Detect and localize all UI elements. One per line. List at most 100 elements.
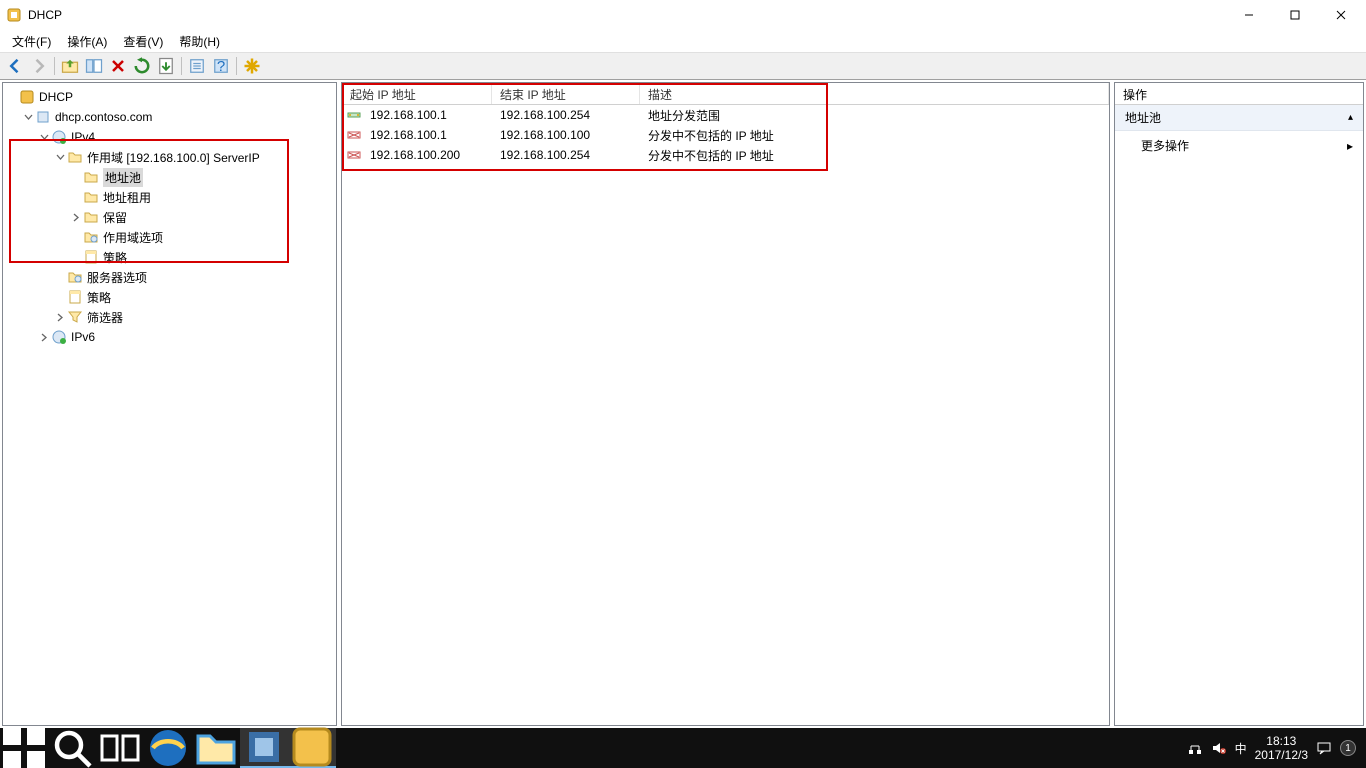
toolbar-separator [54,57,55,75]
chevron-down-icon[interactable] [21,110,35,124]
list-row[interactable]: 192.168.100.200 192.168.100.254 分发中不包括的 … [342,145,1109,165]
clock-date: 2017/12/3 [1255,748,1308,762]
workspace: DHCP dhcp.contoso.com IPv4 作用域 [192.168.… [0,80,1366,728]
cell-end-ip: 192.168.100.100 [492,128,640,142]
start-button[interactable] [0,728,48,768]
tree-label: 保留 [103,209,127,226]
clock[interactable]: 18:13 2017/12/3 [1255,734,1308,763]
tree-node-filters[interactable]: 筛选器 [5,307,334,327]
cell-start-ip: 192.168.100.1 [362,108,492,122]
show-hide-tree-button[interactable] [83,55,105,77]
column-header-end-ip[interactable]: 结束 IP 地址 [492,83,640,104]
taskbar-app-dhcp[interactable] [288,728,336,768]
tree-node-address-pool[interactable]: 地址池 [5,167,334,187]
menu-file[interactable]: 文件(F) [4,31,59,52]
folder-icon [83,169,99,185]
options-icon [67,269,83,285]
maximize-button[interactable] [1272,0,1318,30]
taskbar-app-explorer[interactable] [192,728,240,768]
column-header-start-ip[interactable]: 起始 IP 地址 [342,83,492,104]
taskbar: 中 18:13 2017/12/3 1 [0,728,1366,768]
refresh-button[interactable] [131,55,153,77]
tree-label: 筛选器 [87,309,123,326]
toolbar-separator [236,57,237,75]
tree-node-policies-scope[interactable]: 策略 [5,247,334,267]
cell-end-ip: 192.168.100.254 [492,148,640,162]
actions-item-label: 更多操作 [1141,137,1189,154]
tree-label: 地址池 [103,168,143,187]
properties-button[interactable] [186,55,208,77]
actions-pane: 操作 地址池 ▴ 更多操作 ▸ [1114,82,1364,726]
action-center-icon[interactable] [1316,740,1332,756]
titlebar: DHCP [0,0,1366,30]
new-button[interactable] [241,55,263,77]
toolbar-separator [181,57,182,75]
menu-help[interactable]: 帮助(H) [171,31,228,52]
tree-node-ipv6[interactable]: IPv6 [5,327,334,347]
tree-label: dhcp.contoso.com [55,110,152,124]
nav-forward-button[interactable] [28,55,50,77]
minimize-button[interactable] [1226,0,1272,30]
exclusion-icon [346,127,362,143]
tree-node-server-options[interactable]: 服务器选项 [5,267,334,287]
tree-node-server[interactable]: dhcp.contoso.com [5,107,334,127]
export-list-button[interactable] [155,55,177,77]
dhcp-app-icon [6,7,22,23]
cell-description: 分发中不包括的 IP 地址 [640,127,1109,144]
chevron-right-icon[interactable] [69,210,83,224]
menu-action[interactable]: 操作(A) [59,31,115,52]
scope-tree[interactable]: DHCP dhcp.contoso.com IPv4 作用域 [192.168.… [5,87,334,347]
tree-label: 作用域 [192.168.100.0] ServerIP [87,149,260,166]
toolbar: ? [0,52,1366,80]
chevron-down-icon[interactable] [53,150,67,164]
chevron-down-icon[interactable] [37,130,51,144]
clock-time: 18:13 [1255,734,1308,748]
nav-back-button[interactable] [4,55,26,77]
menu-view[interactable]: 查看(V) [115,31,171,52]
details-list-pane: 起始 IP 地址 结束 IP 地址 描述 192.168.100.1 192.1… [341,82,1110,726]
actions-section-header[interactable]: 地址池 ▴ [1115,105,1363,131]
tree-node-policies-server[interactable]: 策略 [5,287,334,307]
cell-description: 分发中不包括的 IP 地址 [640,147,1109,164]
up-one-level-button[interactable] [59,55,81,77]
list-row[interactable]: 192.168.100.1 192.168.100.100 分发中不包括的 IP… [342,125,1109,145]
volume-icon[interactable] [1211,740,1227,756]
tree-node-reservations[interactable]: 保留 [5,207,334,227]
delete-button[interactable] [107,55,129,77]
ime-indicator[interactable]: 中 [1235,740,1247,756]
search-button[interactable] [48,728,96,768]
dhcp-icon [19,89,35,105]
tree-node-scope-options[interactable]: 作用域选项 [5,227,334,247]
actions-pane-title: 操作 [1115,83,1363,105]
scope-tree-pane: DHCP dhcp.contoso.com IPv4 作用域 [192.168.… [2,82,337,726]
list-body[interactable]: 192.168.100.1 192.168.100.254 地址分发范围 192… [342,105,1109,725]
taskbar-app-server-manager[interactable] [240,728,288,768]
column-header-description[interactable]: 描述 [640,83,1109,104]
list-row[interactable]: 192.168.100.1 192.168.100.254 地址分发范围 [342,105,1109,125]
tree-node-leases[interactable]: 地址租用 [5,187,334,207]
tree-node-scope[interactable]: 作用域 [192.168.100.0] ServerIP [5,147,334,167]
tree-node-ipv4[interactable]: IPv4 [5,127,334,147]
tree-label: 服务器选项 [87,269,147,286]
actions-section-label: 地址池 [1125,109,1161,126]
help-button[interactable]: ? [210,55,232,77]
cell-start-ip: 192.168.100.200 [362,148,492,162]
server-icon [35,109,51,125]
window-title: DHCP [28,8,62,22]
filter-icon [67,309,83,325]
close-button[interactable] [1318,0,1364,30]
network-icon[interactable] [1187,740,1203,756]
chevron-right-icon[interactable] [37,330,51,344]
folder-icon [83,189,99,205]
tree-label: 地址租用 [103,189,151,206]
notification-badge[interactable]: 1 [1340,740,1356,756]
collapse-icon: ▴ [1348,112,1353,123]
policy-icon [67,289,83,305]
actions-item-more[interactable]: 更多操作 ▸ [1115,131,1363,160]
task-view-button[interactable] [96,728,144,768]
tree-node-dhcp-root[interactable]: DHCP [5,87,334,107]
exclusion-icon [346,147,362,163]
taskbar-app-ie[interactable] [144,728,192,768]
expander-icon[interactable] [5,90,19,104]
chevron-right-icon[interactable] [53,310,67,324]
